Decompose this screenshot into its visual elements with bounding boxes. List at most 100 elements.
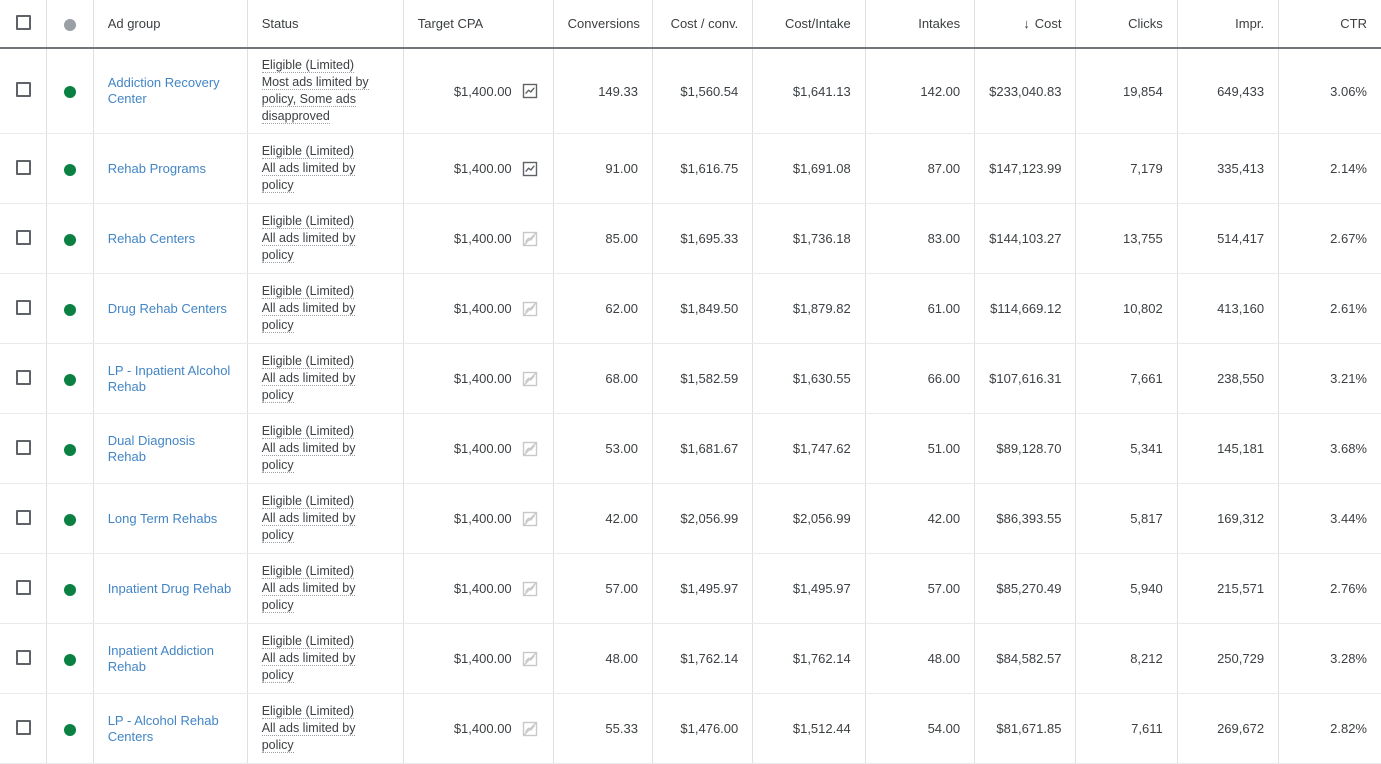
table-row[interactable]: Dual Diagnosis Rehab Eligible (Limited) Al… <box>0 413 1381 484</box>
status-detail-text: All ads limited by policy <box>261 300 389 334</box>
conversions-cell: 91.00 <box>553 133 653 204</box>
chart-icon[interactable] <box>521 160 539 178</box>
impressions-cell: 169,312 <box>1177 483 1280 554</box>
clicks-cell: 5,341 <box>1075 413 1178 484</box>
cost-cell: $107,616.31 <box>974 343 1077 414</box>
ad-group-link[interactable]: Rehab Centers <box>108 231 195 247</box>
ad-group-link[interactable]: LP - Alcohol Rehab Centers <box>108 713 233 745</box>
clicks-cell: 13,755 <box>1075 203 1178 274</box>
status-main-text: Eligible (Limited) <box>261 213 389 230</box>
table-row[interactable]: LP - Alcohol Rehab Centers Eligible (Limi… <box>0 693 1381 764</box>
status-detail-text: All ads limited by policy <box>261 370 389 404</box>
ctr-cell: 3.21% <box>1278 343 1381 414</box>
target-cpa-cell: $1,400.00 <box>403 133 554 204</box>
status-cell: Eligible (Limited) All ads limited by pol… <box>247 693 404 764</box>
status-cell: Eligible (Limited) All ads limited by pol… <box>247 133 404 204</box>
target-cpa-value[interactable]: $1,400.00 <box>454 511 512 526</box>
row-select-checkbox[interactable] <box>15 299 31 315</box>
target-cpa-value[interactable]: $1,400.00 <box>454 161 512 176</box>
target-cpa-value[interactable]: $1,400.00 <box>454 441 512 456</box>
column-header-target_cpa[interactable]: Target CPA <box>403 0 554 49</box>
column-header-cost_intake[interactable]: Cost/Intake <box>752 0 866 49</box>
table-row[interactable]: LP - Inpatient Alcohol Rehab Eligible (Li… <box>0 343 1381 414</box>
column-header-intakes[interactable]: Intakes <box>865 0 976 49</box>
row-select-checkbox[interactable] <box>15 82 31 97</box>
chart-off-icon[interactable] <box>521 580 539 598</box>
target-cpa-value[interactable]: $1,400.00 <box>454 581 512 596</box>
row-select-checkbox[interactable] <box>15 719 31 735</box>
select-all-checkbox[interactable] <box>15 14 31 30</box>
row-select-checkbox[interactable] <box>15 439 31 455</box>
conversions-cell: 68.00 <box>553 343 653 414</box>
column-header-cost_conv[interactable]: Cost / conv. <box>652 0 754 49</box>
table-row[interactable]: Inpatient Drug Rehab Eligible (Limited) Al… <box>0 553 1381 624</box>
row-status-dot-cell <box>46 553 94 624</box>
table-row[interactable]: Rehab Programs Eligible (Limited) All ads … <box>0 133 1381 204</box>
ad-group-cell: Rehab Centers <box>93 203 248 274</box>
column-header-cost[interactable]: ↓ Cost <box>974 0 1077 49</box>
status-main-text: Eligible (Limited) <box>261 423 389 440</box>
ad-group-link[interactable]: Inpatient Drug Rehab <box>108 581 232 597</box>
ad-group-cell: Inpatient Drug Rehab <box>93 553 248 624</box>
table-row[interactable]: Addiction Recovery Center Eligible (Limit… <box>0 48 1381 134</box>
chart-off-icon[interactable] <box>521 650 539 668</box>
target-cpa-value[interactable]: $1,400.00 <box>454 231 512 246</box>
ad-group-link[interactable]: Rehab Programs <box>108 161 206 177</box>
table-row[interactable]: Drug Rehab Centers Eligible (Limited) All … <box>0 273 1381 344</box>
ad-group-link[interactable]: Addiction Recovery Center <box>108 75 233 107</box>
column-header-impr[interactable]: Impr. <box>1177 0 1280 49</box>
target-cpa-value[interactable]: $1,400.00 <box>454 301 512 316</box>
chart-off-icon[interactable] <box>521 370 539 388</box>
ad-group-link[interactable]: Dual Diagnosis Rehab <box>108 433 233 465</box>
column-header-ad_group[interactable]: Ad group <box>93 0 248 49</box>
column-header-label: Ad group <box>107 16 161 31</box>
cost-per-conversion-cell: $1,681.67 <box>652 413 754 484</box>
target-cpa-value[interactable]: $1,400.00 <box>454 84 512 99</box>
table-row[interactable]: Rehab Centers Eligible (Limited) All ads l… <box>0 203 1381 274</box>
cost-cell: $144,103.27 <box>974 203 1077 274</box>
ad-group-cell: LP - Alcohol Rehab Centers <box>93 693 248 764</box>
chart-off-icon[interactable] <box>521 720 539 738</box>
impressions-cell: 413,160 <box>1177 273 1280 344</box>
chart-off-icon[interactable] <box>521 300 539 318</box>
status-dot-icon <box>63 723 76 736</box>
status-dot-icon <box>63 18 76 31</box>
chart-off-icon[interactable] <box>521 510 539 528</box>
status-detail-label: All ads limited by policy <box>261 581 356 613</box>
status-main-text: Eligible (Limited) <box>261 353 389 370</box>
chart-off-icon[interactable] <box>521 230 539 248</box>
row-select-cell <box>0 693 48 764</box>
ctr-cell: 2.61% <box>1278 273 1381 344</box>
target-cpa-value[interactable]: $1,400.00 <box>454 651 512 666</box>
target-cpa-value[interactable]: $1,400.00 <box>454 721 512 736</box>
chart-icon[interactable] <box>521 82 539 100</box>
status-dot-icon <box>63 163 76 176</box>
impressions-cell: 215,571 <box>1177 553 1280 624</box>
ad-group-link[interactable]: Drug Rehab Centers <box>108 301 227 317</box>
row-select-checkbox[interactable] <box>15 509 31 525</box>
row-select-checkbox[interactable] <box>15 649 31 665</box>
column-header-clicks[interactable]: Clicks <box>1075 0 1178 49</box>
table-row[interactable]: Long Term Rehabs Eligible (Limited) All ad… <box>0 483 1381 554</box>
cost-per-intake-cell: $1,641.13 <box>752 48 866 134</box>
ad-group-link[interactable]: Inpatient Addiction Rehab <box>108 643 233 675</box>
row-select-checkbox[interactable] <box>15 159 31 175</box>
row-select-checkbox[interactable] <box>15 229 31 245</box>
row-select-cell <box>0 623 48 694</box>
table-row[interactable]: Inpatient Addiction Rehab Eligible (Limit… <box>0 623 1381 694</box>
row-select-checkbox[interactable] <box>15 579 31 595</box>
status-detail-label: Most ads limited by policy, Some ads dis… <box>261 75 369 124</box>
column-header-ctr[interactable]: CTR <box>1278 0 1381 49</box>
status-cell: Eligible (Limited) Most ads limited by po… <box>247 48 404 134</box>
chart-off-icon[interactable] <box>521 440 539 458</box>
row-select-checkbox[interactable] <box>15 369 31 385</box>
ad-group-link[interactable]: LP - Inpatient Alcohol Rehab <box>108 363 233 395</box>
column-header-conversions[interactable]: Conversions <box>553 0 653 49</box>
column-header-status[interactable]: Status <box>247 0 404 49</box>
ad-group-link[interactable]: Long Term Rehabs <box>108 511 218 527</box>
clicks-cell: 7,661 <box>1075 343 1178 414</box>
column-header-label: Conversions <box>567 16 640 31</box>
target-cpa-value[interactable]: $1,400.00 <box>454 371 512 386</box>
status-detail-label: All ads limited by policy <box>261 301 356 333</box>
ad-group-cell: Long Term Rehabs <box>93 483 248 554</box>
